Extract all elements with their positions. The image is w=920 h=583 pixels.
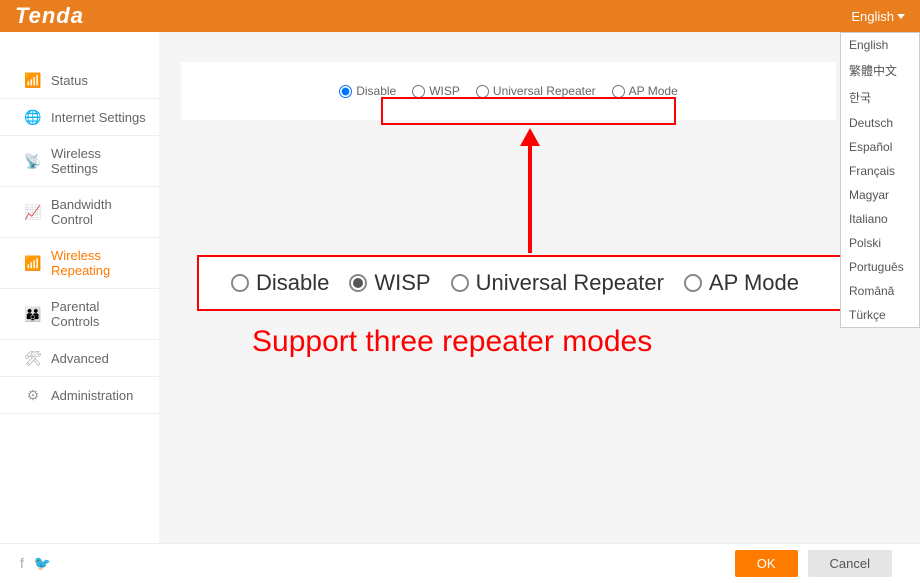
annotation-radio-enlarged: Disable WISP Universal Repeater AP Mode — [197, 255, 842, 311]
sidebar-item-administration[interactable]: ⚙ Administration — [0, 377, 159, 414]
mode-option-big-ap-mode: AP Mode — [684, 270, 799, 296]
mode-option-label: AP Mode — [629, 84, 678, 98]
sidebar-item-label: Internet Settings — [51, 110, 146, 125]
language-dropdown: English繁體中文한국DeutschEspañolFrançaisMagya… — [840, 32, 920, 328]
language-option[interactable]: Français — [841, 159, 919, 183]
language-selector[interactable]: English — [851, 9, 905, 24]
sidebar-item-label: Wireless Repeating — [51, 248, 147, 278]
language-option[interactable]: Deutsch — [841, 111, 919, 135]
radio-icon — [684, 274, 702, 292]
brand-logo: Tenda — [15, 3, 84, 29]
language-option[interactable]: 한국 — [841, 84, 919, 111]
wireless-repeating-icon: 📶 — [25, 255, 41, 271]
mode-option-label: AP Mode — [709, 270, 799, 296]
internet-settings-icon: 🌐 — [25, 109, 41, 125]
radio-input[interactable] — [339, 85, 352, 98]
ok-button[interactable]: OK — [735, 550, 798, 577]
status-icon: 📶 — [25, 72, 41, 88]
language-option[interactable]: 繁體中文 — [841, 57, 919, 84]
mode-radio-row: Disable WISP Universal Repeater AP Mode — [191, 84, 826, 98]
caret-down-icon — [897, 14, 905, 19]
mode-option-label: WISP — [429, 84, 460, 98]
sidebar-item-bandwidth-control[interactable]: 📈 Bandwidth Control — [0, 187, 159, 238]
language-option[interactable]: Türkçe — [841, 303, 919, 327]
language-option[interactable]: Română — [841, 279, 919, 303]
sidebar-item-wireless-settings[interactable]: 📡 Wireless Settings — [0, 136, 159, 187]
radio-icon — [451, 274, 469, 292]
radio-icon — [349, 274, 367, 292]
sidebar-item-label: Wireless Settings — [51, 146, 147, 176]
sidebar: 📶 Status 🌐 Internet Settings 📡 Wireless Setti… — [0, 32, 159, 552]
mode-panel: Disable WISP Universal Repeater AP Mode — [181, 62, 836, 120]
language-option[interactable]: Polski — [841, 231, 919, 255]
advanced-icon: 🛠 — [25, 350, 41, 366]
sidebar-item-label: Administration — [51, 388, 133, 403]
sidebar-item-label: Bandwidth Control — [51, 197, 147, 227]
social-icons: f 🐦 — [20, 555, 54, 572]
facebook-icon[interactable]: f — [20, 555, 27, 571]
mode-option-big-universal-repeater: Universal Repeater — [451, 270, 664, 296]
administration-icon: ⚙ — [25, 387, 41, 403]
annotation-caption: Support three repeater modes — [252, 325, 652, 359]
mode-option-big-disable: Disable — [231, 270, 329, 296]
mode-option-universal-repeater[interactable]: Universal Repeater — [476, 84, 596, 98]
radio-input[interactable] — [612, 85, 625, 98]
sidebar-item-label: Advanced — [51, 351, 109, 366]
mode-option-big-wisp: WISP — [349, 270, 430, 296]
mode-option-label: WISP — [374, 270, 430, 296]
header-bar: Tenda English — [0, 0, 920, 32]
radio-icon — [231, 274, 249, 292]
sidebar-item-wireless-repeating[interactable]: 📶 Wireless Repeating — [0, 238, 159, 289]
sidebar-item-internet-settings[interactable]: 🌐 Internet Settings — [0, 99, 159, 136]
radio-input[interactable] — [412, 85, 425, 98]
sidebar-item-parental-controls[interactable]: 👪 Parental Controls — [0, 289, 159, 340]
bandwidth-control-icon: 📈 — [25, 204, 41, 220]
language-option[interactable]: Português — [841, 255, 919, 279]
sidebar-item-status[interactable]: 📶 Status — [0, 62, 159, 99]
mode-option-label: Universal Repeater — [476, 270, 664, 296]
mode-option-ap-mode[interactable]: AP Mode — [612, 84, 678, 98]
sidebar-item-advanced[interactable]: 🛠 Advanced — [0, 340, 159, 377]
language-option[interactable]: Español — [841, 135, 919, 159]
sidebar-item-label: Status — [51, 73, 88, 88]
mode-option-disable[interactable]: Disable — [339, 84, 396, 98]
mode-option-wisp[interactable]: WISP — [412, 84, 460, 98]
parental-controls-icon: 👪 — [25, 306, 41, 322]
language-option[interactable]: Italiano — [841, 207, 919, 231]
language-label: English — [851, 9, 894, 24]
mode-option-label: Universal Repeater — [493, 84, 596, 98]
cancel-button[interactable]: Cancel — [808, 550, 892, 577]
wireless-settings-icon: 📡 — [25, 153, 41, 169]
language-option[interactable]: Magyar — [841, 183, 919, 207]
mode-option-label: Disable — [256, 270, 329, 296]
footer-bar: f 🐦 OK Cancel — [0, 543, 920, 583]
radio-input[interactable] — [476, 85, 489, 98]
language-option[interactable]: English — [841, 33, 919, 57]
twitter-icon[interactable]: 🐦 — [34, 555, 54, 571]
sidebar-item-label: Parental Controls — [51, 299, 147, 329]
mode-option-label: Disable — [356, 84, 396, 98]
